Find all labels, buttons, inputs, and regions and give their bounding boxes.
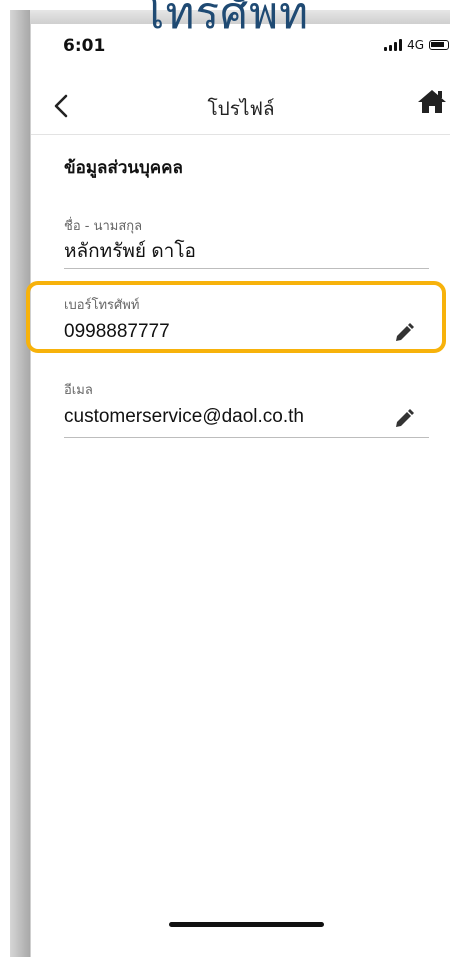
page-title: โปรไฟล์ [207,98,275,120]
phone-screen: 6:01 4G โปรไฟล์ ข้อมูลส่วนบุคคล ชื่อ - น… [30,24,450,957]
banner-heading-fragment: โทรศัพท [140,0,310,39]
name-divider [64,268,429,269]
phone-frame-left [10,10,30,957]
email-value: customerservice@daol.co.th [64,406,304,427]
pencil-icon[interactable] [393,408,415,430]
navigation-bar: โปรไฟล์ [31,84,450,135]
home-indicator[interactable] [169,922,324,927]
name-label: ชื่อ - นามสกุล [64,219,143,234]
phone-field-highlight [26,281,446,353]
home-icon[interactable] [415,86,449,116]
email-label: อีเมล [64,383,93,398]
email-divider [64,437,429,438]
name-value: หลักทรัพย์ ดาโอ [64,241,196,262]
section-title-personal-info: ข้อมูลส่วนบุคคล [64,158,183,178]
